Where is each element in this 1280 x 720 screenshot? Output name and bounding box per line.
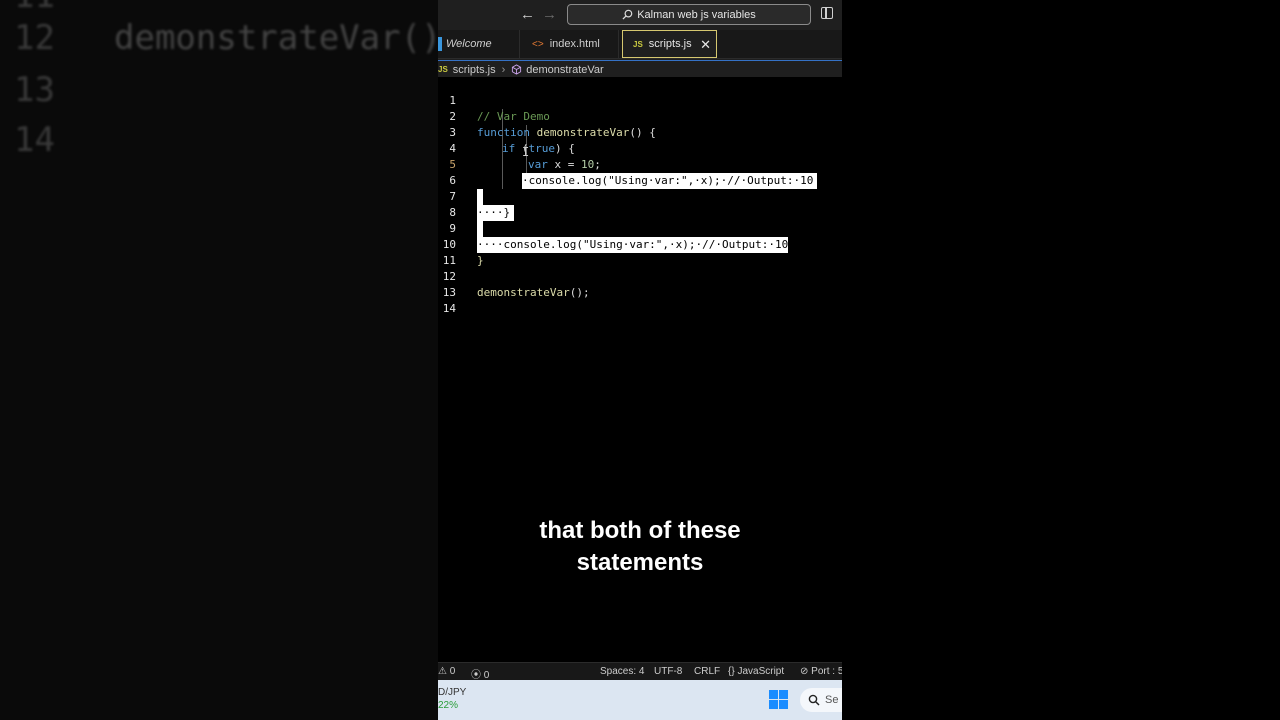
tab-label: index.html: [549, 38, 600, 50]
code-line: 11: [442, 254, 456, 267]
tab-scripts-js[interactable]: JS scripts.js ✕: [622, 30, 717, 58]
search-text: Kalman web js variables: [637, 8, 756, 21]
tab-bar: Welcome <> index.html JS scripts.js ✕: [438, 30, 842, 59]
close-icon[interactable]: ✕: [700, 37, 711, 53]
js-file-icon: JS: [633, 39, 643, 49]
symbol-method-icon: [512, 64, 522, 75]
chevron-right-icon: ›: [501, 63, 506, 76]
code-line: 8: [438, 189, 842, 237]
ports-status[interactable]: ⦿ 0: [471, 666, 489, 681]
title-bar: ← → Kalman web js variables: [438, 0, 842, 30]
caption-line: that both of these: [539, 517, 741, 544]
code-line: 13: [442, 286, 456, 299]
language-mode-status[interactable]: {} JavaScript: [728, 666, 784, 677]
tab-welcome[interactable]: Welcome: [438, 30, 520, 58]
html-file-icon: <>: [532, 38, 544, 50]
breadcrumb-symbol[interactable]: demonstrateVar: [526, 64, 603, 76]
tab-label: scripts.js: [648, 38, 692, 50]
bg-row: 13: [14, 70, 55, 110]
windows-taskbar: D/JPY 22% Se: [438, 680, 842, 720]
status-bar: ⚠ 0 ⦿ 0 Spaces: 4 UTF-8 CRLF {} JavaScri…: [438, 662, 842, 681]
toggle-sidebar-icon[interactable]: [821, 7, 833, 19]
problems-status[interactable]: ⚠ 0: [438, 666, 455, 677]
background-blurred-code: 11 12demonstrateVar() 13 14: [0, 0, 438, 720]
bg-row: 14: [14, 120, 55, 160]
forward-arrow-icon[interactable]: →: [542, 6, 557, 23]
back-arrow-icon[interactable]: ←: [520, 6, 535, 23]
encoding-status[interactable]: UTF-8: [654, 666, 682, 677]
port-status[interactable]: ⊘ Port : 5: [800, 666, 842, 677]
bg-row: 12 demonstrateVar(): [14, 18, 438, 58]
command-center-search[interactable]: Kalman web js variables: [567, 4, 811, 25]
code-line: 3 if (true) {: [449, 126, 575, 155]
code-line: 4 var x = 10;: [449, 142, 601, 171]
code-line: 12 demonstrateVar();: [442, 270, 590, 299]
taskbar-search[interactable]: Se: [800, 688, 842, 712]
welcome-icon: [438, 37, 442, 51]
code-line: 6: [438, 157, 842, 205]
windows-start-icon[interactable]: [769, 690, 788, 709]
js-file-icon: JS: [438, 65, 448, 74]
code-line-selected: 7 ····}: [438, 173, 842, 221]
indentation-status[interactable]: Spaces: 4: [600, 666, 644, 677]
eol-status[interactable]: CRLF: [694, 666, 720, 677]
breadcrumb-file[interactable]: scripts.js: [453, 64, 496, 76]
code-line: 14: [442, 302, 456, 315]
code-line-selected: 5 ·console.log("Using·var:",·x);·//·Outp…: [438, 141, 842, 189]
breadcrumb: JS scripts.js › demonstrateVar: [438, 60, 842, 78]
vscode-window: ← → Kalman web js variables Welcome <> i…: [438, 0, 842, 720]
code-line: 10 }: [442, 238, 484, 267]
caption-line: statements: [576, 549, 704, 576]
bg-row: 11: [14, 0, 114, 16]
code-line: 2 function demonstrateVar() {: [449, 110, 656, 139]
search-icon: [622, 9, 633, 20]
code-line-selected: 9 ····console.log("Using·var:",·x);·//·O…: [449, 222, 789, 253]
stock-ticker-widget[interactable]: D/JPY 22%: [438, 686, 466, 712]
tab-index-html[interactable]: <> index.html: [521, 30, 619, 58]
text-cursor-icon: I: [522, 145, 530, 159]
search-icon: [808, 694, 820, 706]
code-line: 1 // Var Demo: [449, 94, 550, 123]
video-caption: that both of these statements: [438, 515, 842, 579]
tab-label: Welcome: [446, 38, 492, 50]
